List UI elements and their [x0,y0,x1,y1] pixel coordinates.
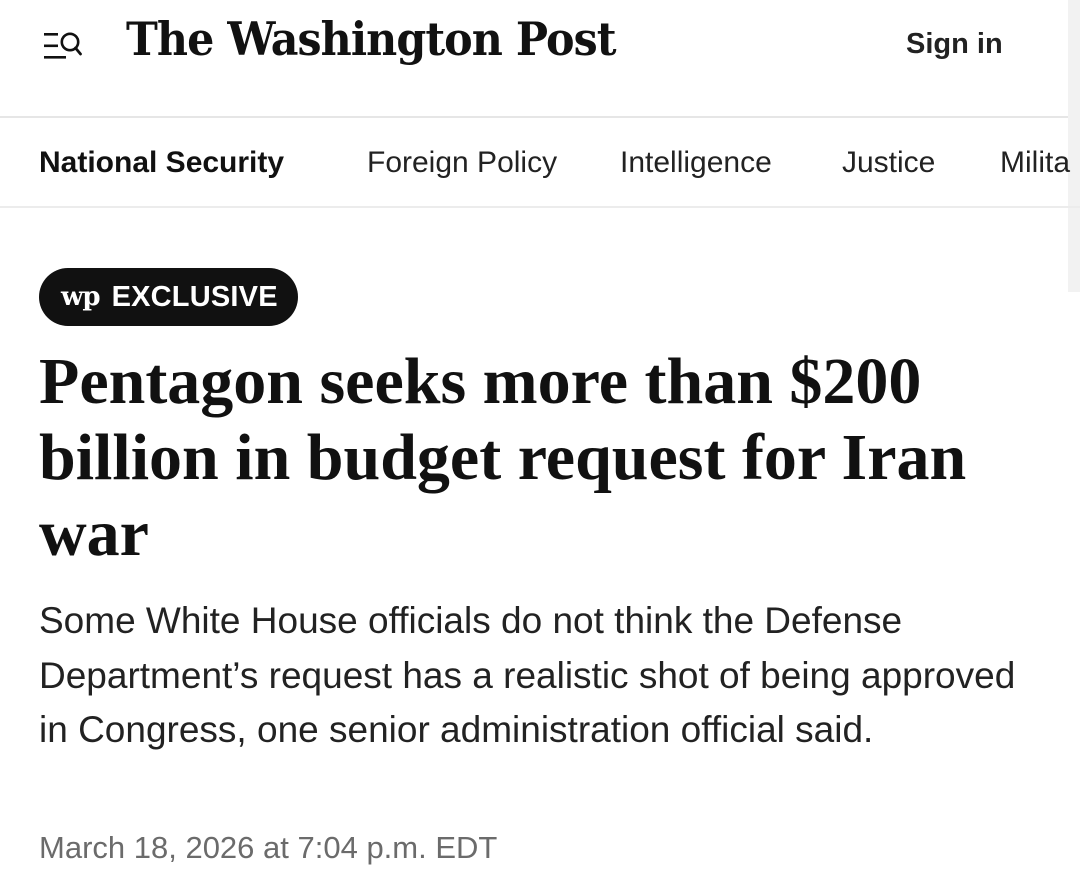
menu-search-icon[interactable] [44,30,82,62]
article-page: The Washington Post Sign in National Sec… [0,0,1080,893]
article-dateline: March 18, 2026 at 7:04 p.m. EDT [39,830,498,865]
exclusive-badge: wp EXCLUSIVE [39,268,298,326]
section-tab-justice[interactable]: Justice [842,146,935,180]
masthead-logo[interactable]: The Washington Post [126,12,617,66]
section-nav: National Security Foreign Policy Intelli… [0,120,1080,208]
article-headline: Pentagon seeks more than $200 billion in… [39,345,967,570]
section-tab-foreign-policy[interactable]: Foreign Policy [367,146,557,180]
article-dek: Some White House officials do not think … [39,600,1016,750]
section-tab-national-security[interactable]: National Security [39,146,284,180]
sign-in-button[interactable]: Sign in [906,28,1003,61]
badge-label: EXCLUSIVE [111,280,278,313]
section-tab-military[interactable]: Milita [1000,146,1070,180]
wp-logo-icon: wp [61,282,101,312]
section-tab-intelligence[interactable]: Intelligence [620,146,772,180]
top-header: The Washington Post Sign in [0,0,1068,118]
